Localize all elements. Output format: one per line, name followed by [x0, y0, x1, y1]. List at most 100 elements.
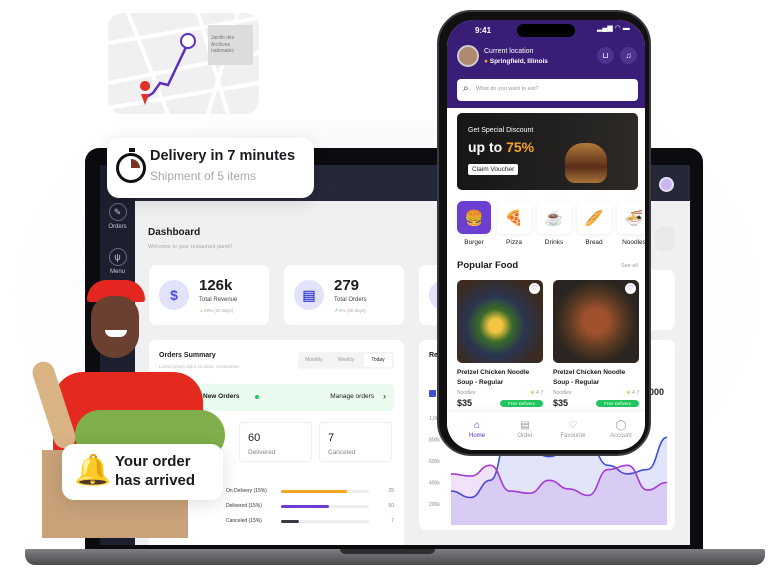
stat-label: Total Orders — [334, 297, 367, 303]
chevron-right-icon: › — [383, 391, 386, 401]
favourite-icon: ♡ — [568, 420, 578, 431]
food-image: ♡ — [553, 280, 639, 363]
progress-value: 60 — [388, 503, 394, 509]
search-input[interactable]: ⌕ What do you want to eat? — [457, 79, 638, 101]
menu-icon: ψ — [108, 248, 127, 266]
progress-label: Canceled (15%) — [226, 518, 262, 524]
account-icon: ◯ — [615, 420, 627, 431]
food-card[interactable]: ♡ Pretzel Chicken Noodle Soup - Regular No… — [457, 280, 543, 408]
toast-title: Your order has arrived — [115, 453, 196, 489]
food-name: Pretzel Chicken Noodle Soup - Regular — [457, 369, 530, 386]
y-tick-label: 600k — [429, 459, 440, 465]
noodles-icon: 🍜 — [617, 201, 645, 234]
phone-header: 9:41 ▂▄▆ ◠ ▬ Current location ● Springfi… — [447, 20, 645, 108]
claim-voucher-button[interactable]: Claim Voucher — [468, 164, 519, 175]
phone-screen: 9:41 ▂▄▆ ◠ ▬ Current location ● Springfi… — [447, 20, 645, 450]
free-delivery-badge: Free Delivery — [500, 399, 543, 407]
food-meta: Noodles ★ 4.7 — [457, 390, 543, 396]
rating: ★ 4.7 — [626, 390, 639, 396]
page-title: Dashboard — [148, 227, 201, 238]
food-card[interactable]: ♡ Pretzel Chicken Noodle Soup - Regular No… — [553, 280, 639, 408]
y-tick-label: 400k — [429, 481, 440, 487]
burger-icon: 🍔 — [457, 201, 491, 234]
y-tick-label: 200k — [429, 502, 440, 508]
progress-value: 7 — [391, 518, 394, 524]
promo-banner[interactable]: Get Special Discount up to 75% Claim Vou… — [457, 113, 638, 190]
tab-weekly[interactable]: Weekly — [332, 354, 360, 367]
progress-row: On Delivery (15%) 25 — [226, 488, 394, 496]
progress-track — [281, 505, 369, 508]
stopwatch-icon — [116, 148, 146, 183]
search-icon: ⌕ — [463, 83, 469, 94]
progress-row: Canceled (15%) 7 — [226, 518, 394, 526]
food-meta: Noodles ★ 4.7 — [553, 390, 639, 396]
courier-icon — [180, 33, 196, 49]
nav-order[interactable]: ▤ Order — [500, 420, 550, 439]
sidebar-item-orders[interactable]: ✎ Orders — [102, 203, 133, 230]
rating: ★ 4.7 — [530, 390, 543, 396]
pin-icon: ● — [484, 58, 488, 65]
sidebar-item-menu[interactable]: ψ Menu — [102, 248, 133, 275]
nav-favourite[interactable]: ♡ Favourite — [548, 420, 598, 439]
category-noodles[interactable]: 🍜 Noodles — [617, 201, 645, 246]
orders-icon: ▤ — [294, 280, 324, 310]
heart-icon[interactable]: ♡ — [529, 283, 540, 294]
page-subtitle: Welcome to your restaurant panel! — [148, 244, 232, 250]
stat-card-orders: ▤ 279 Total Orders ↗ 4% (30 days) — [284, 265, 404, 325]
order-arrived-toast: 🔔 Your order has arrived — [62, 444, 223, 500]
food-image: ♡ — [457, 280, 543, 363]
phone-mockup: 9:41 ▂▄▆ ◠ ▬ Current location ● Springfi… — [437, 10, 651, 456]
progress-row: Delivered (15%) 60 — [226, 503, 394, 511]
sidebar-label: Orders — [108, 224, 127, 230]
food-name: Pretzel Chicken Noodle Soup - Regular — [553, 369, 626, 386]
progress-label: On Delivery (15%) — [226, 488, 267, 494]
map — [108, 13, 259, 114]
count-delivered: 60 Delivered — [239, 422, 312, 462]
price: $35 — [457, 398, 473, 408]
location-label: Current location — [484, 48, 534, 55]
period-tabs: Monthly Weekly Today — [298, 352, 394, 369]
progress-label: Delivered (15%) — [226, 503, 262, 509]
map-poi-label: Jardin des Archives nationales — [211, 35, 235, 54]
food-price-row: $35 Free Delivery — [457, 398, 543, 408]
legend-swatch — [429, 390, 436, 397]
revenue-total: 000 — [649, 387, 665, 397]
progress-track — [281, 520, 369, 523]
see-all-link[interactable]: See all — [621, 263, 638, 269]
section-title: Popular Food — [457, 260, 519, 271]
category-bread[interactable]: 🥖 Bread — [577, 201, 611, 246]
user-avatar[interactable] — [457, 45, 479, 67]
progress-fill — [281, 490, 347, 493]
category-drinks[interactable]: ☕ Drinks — [537, 201, 571, 246]
toast-title: Delivery in 7 minutes — [150, 148, 296, 164]
basket-icon[interactable]: ⊔ — [597, 47, 614, 64]
manage-orders-link[interactable]: Manage orders — [330, 393, 374, 400]
progress-fill — [281, 505, 330, 508]
bell-icon[interactable]: ♫ — [620, 47, 637, 64]
bread-icon: 🥖 — [577, 201, 611, 234]
tab-today[interactable]: Today — [364, 354, 392, 367]
location-value[interactable]: ● Springfield, Illinois — [484, 58, 548, 65]
category-pizza[interactable]: 🍕 Pizza — [497, 201, 531, 246]
stat-trend: ↗ 4% (30 days) — [334, 308, 366, 313]
tab-monthly[interactable]: Monthly — [300, 354, 328, 367]
heart-icon[interactable]: ♡ — [625, 283, 636, 294]
dynamic-island — [517, 24, 575, 37]
nav-account[interactable]: ◯ Account — [596, 420, 645, 439]
food-price-row: $35 Free Delivery — [553, 398, 639, 408]
stat-value: 279 — [334, 277, 360, 294]
pizza-icon: 🍕 — [497, 201, 531, 234]
face — [91, 296, 139, 358]
nav-home[interactable]: ⌂ Home — [452, 420, 502, 439]
status-dot — [255, 395, 259, 399]
progress-value: 25 — [388, 488, 394, 494]
count-canceled: 7 Canceled — [319, 422, 392, 462]
category-burger[interactable]: 🍔 Burger — [457, 201, 491, 246]
dropdown[interactable] — [655, 227, 675, 251]
user-avatar[interactable] — [659, 177, 674, 192]
burger-image — [565, 143, 607, 183]
orders-icon: ✎ — [108, 203, 127, 221]
drinks-icon: ☕ — [537, 201, 571, 234]
toast-subtitle: Shipment of 5 items — [150, 169, 257, 183]
trend-up-icon: ↗ — [334, 308, 338, 313]
